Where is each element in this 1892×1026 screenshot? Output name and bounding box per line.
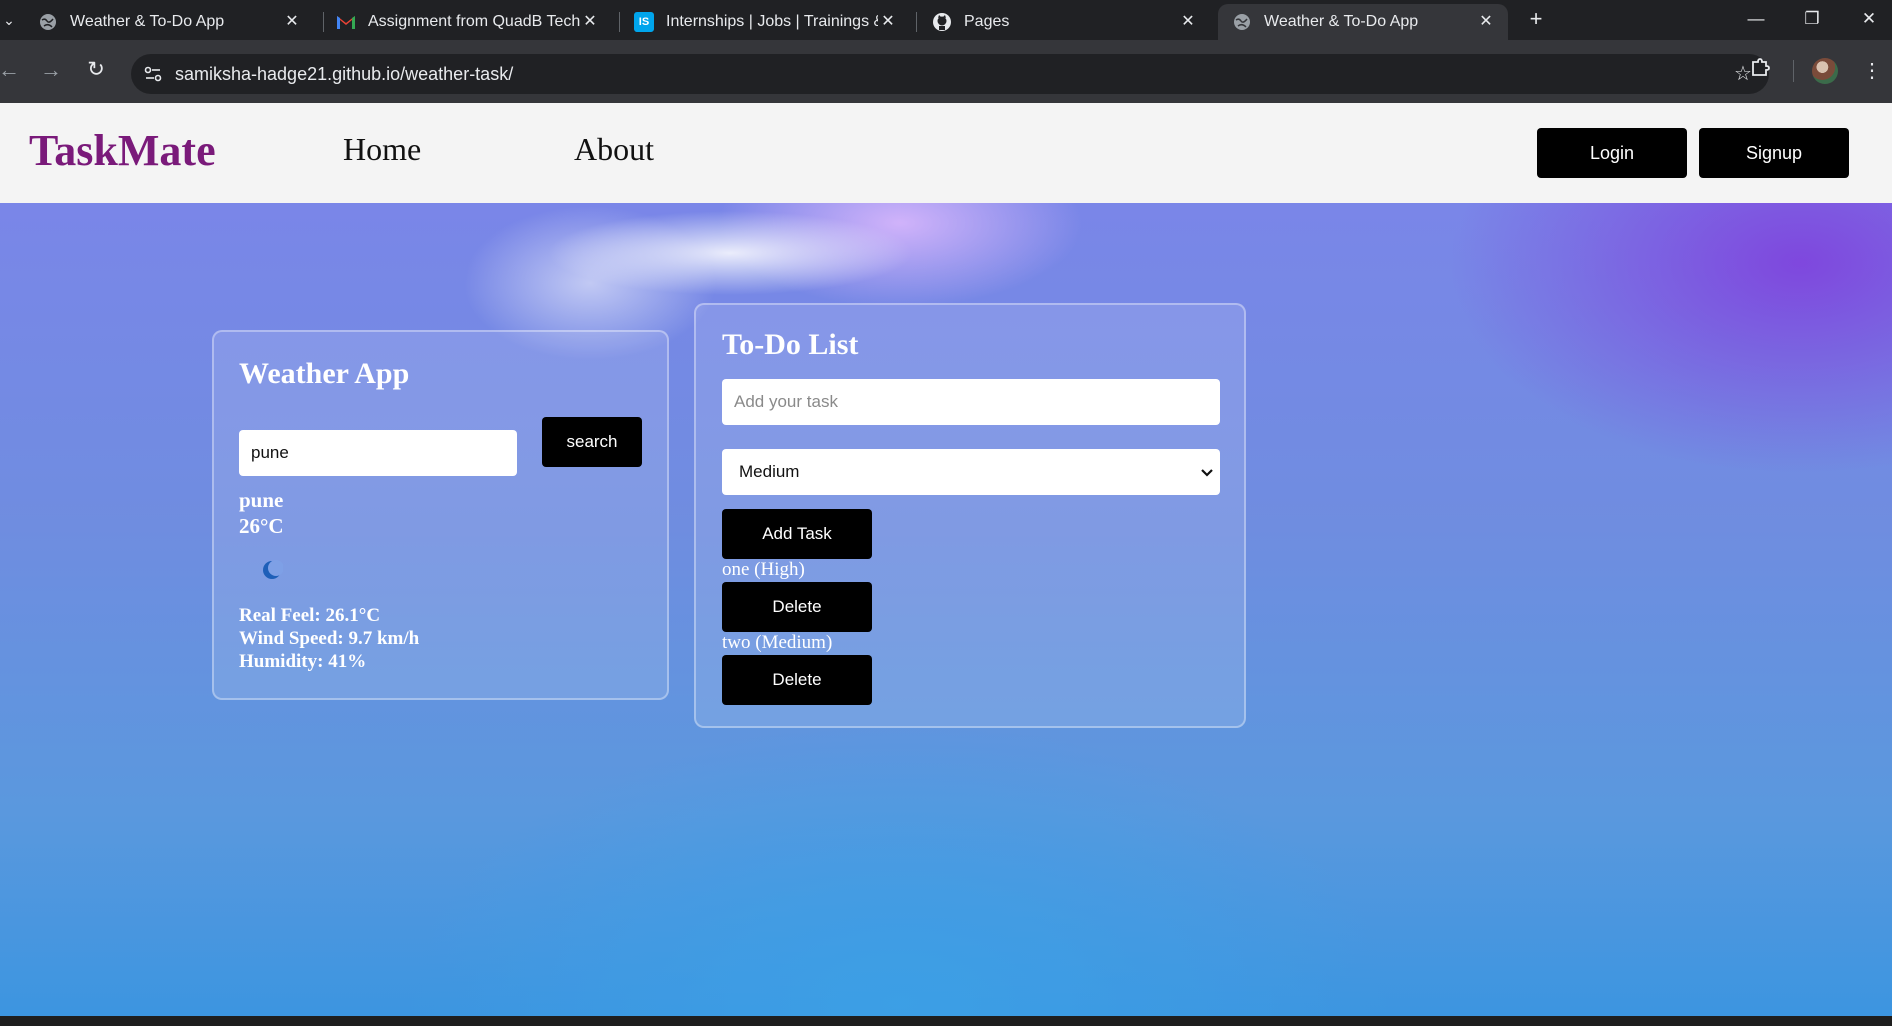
forward-arrow-icon[interactable]: → xyxy=(36,55,66,85)
close-icon[interactable]: ✕ xyxy=(1476,12,1496,32)
reload-icon[interactable]: ↻ xyxy=(81,55,111,85)
kebab-menu-icon[interactable]: ⋮ xyxy=(1857,56,1887,86)
real-feel-text: Real Feel: 26.1°C xyxy=(239,605,381,626)
browser-tab-weather-active[interactable]: Weather & To-Do App ✕ xyxy=(1218,4,1508,40)
weather-city: pune xyxy=(239,488,284,512)
login-button[interactable]: Login xyxy=(1537,128,1687,178)
tab-search-chevron-icon[interactable]: ⌄ xyxy=(0,8,18,32)
tab-divider xyxy=(916,12,917,32)
toolbar-divider xyxy=(1793,60,1794,82)
os-taskbar xyxy=(0,1016,1892,1026)
close-icon[interactable]: ✕ xyxy=(580,12,600,32)
chevron-down-icon xyxy=(1200,449,1214,495)
tab-title: Weather & To-Do App xyxy=(70,13,225,30)
weather-temperature: 26°C xyxy=(239,514,284,538)
gmail-icon xyxy=(336,12,356,32)
todo-title: To-Do List xyxy=(722,328,859,361)
browser-toolbar: ← → ↻ samiksha-hadge21.github.io/weather… xyxy=(0,40,1892,103)
wind-speed-text: Wind Speed: 9.7 km/h xyxy=(239,628,420,649)
new-tab-button[interactable]: + xyxy=(1524,8,1548,32)
tab-title: Pages xyxy=(964,13,1010,30)
close-icon[interactable]: ✕ xyxy=(282,12,302,32)
address-bar[interactable]: samiksha-hadge21.github.io/weather-task/… xyxy=(131,54,1769,94)
profile-avatar[interactable] xyxy=(1812,58,1838,84)
browser-tab-gmail[interactable]: Assignment from QuadB Tech - ✕ xyxy=(322,4,612,40)
browser-tab-internshala[interactable]: IS Internships | Jobs | Trainings & ✕ xyxy=(620,4,910,40)
delete-task-button[interactable]: Delete xyxy=(722,655,872,705)
close-icon[interactable]: ✕ xyxy=(1178,12,1198,32)
brand-logo[interactable]: TaskMate xyxy=(29,125,216,176)
city-search-input[interactable]: pune xyxy=(239,430,517,476)
site-navbar: TaskMate Home About Login Signup xyxy=(0,103,1892,203)
tab-title: Assignment from QuadB Tech - xyxy=(368,13,580,30)
url-text: samiksha-hadge21.github.io/weather-task/ xyxy=(175,64,514,84)
search-button[interactable]: search xyxy=(542,417,642,467)
crescent-moon-icon xyxy=(261,559,284,581)
tab-title: Weather & To-Do App xyxy=(1264,13,1419,30)
humidity-text: Humidity: 41% xyxy=(239,651,367,672)
delete-task-button[interactable]: Delete xyxy=(722,582,872,632)
minimize-icon[interactable]: — xyxy=(1741,4,1771,34)
browser-tab-strip: ⌄ Weather & To-Do App ✕ Assignment from … xyxy=(0,0,1892,40)
weather-card: Weather App pune search pune 26°C Real F… xyxy=(212,330,669,700)
back-arrow-icon[interactable]: ← xyxy=(0,55,24,85)
page-viewport: TaskMate Home About Login Signup Weather… xyxy=(0,103,1892,1016)
nav-about-link[interactable]: About xyxy=(574,131,654,168)
browser-tab-github-pages[interactable]: Pages ✕ xyxy=(918,4,1210,40)
extensions-puzzle-icon[interactable] xyxy=(1745,56,1775,86)
close-icon[interactable]: ✕ xyxy=(878,12,898,32)
priority-selected-value: Medium xyxy=(739,462,800,481)
priority-select[interactable]: Medium xyxy=(722,449,1220,495)
tab-title: Internships | Jobs | Trainings & xyxy=(666,13,878,30)
internshala-icon: IS xyxy=(634,12,654,32)
add-task-button[interactable]: Add Task xyxy=(722,509,872,559)
site-settings-icon[interactable] xyxy=(139,60,167,88)
todo-card: To-Do List Add your task Medium Add Task… xyxy=(694,303,1246,728)
task-item-text: one (High) xyxy=(722,559,805,580)
nav-home-link[interactable]: Home xyxy=(343,131,421,168)
browser-tab-weather-1[interactable]: Weather & To-Do App ✕ xyxy=(24,4,314,40)
globe-icon xyxy=(38,12,58,32)
restore-icon[interactable]: ❐ xyxy=(1797,4,1827,34)
globe-icon xyxy=(1232,12,1252,32)
task-input[interactable]: Add your task xyxy=(722,379,1220,425)
github-icon xyxy=(932,12,952,32)
window-close-icon[interactable]: ✕ xyxy=(1854,4,1884,34)
weather-title: Weather App xyxy=(239,357,410,390)
task-item-text: two (Medium) xyxy=(722,632,833,653)
signup-button[interactable]: Signup xyxy=(1699,128,1849,178)
